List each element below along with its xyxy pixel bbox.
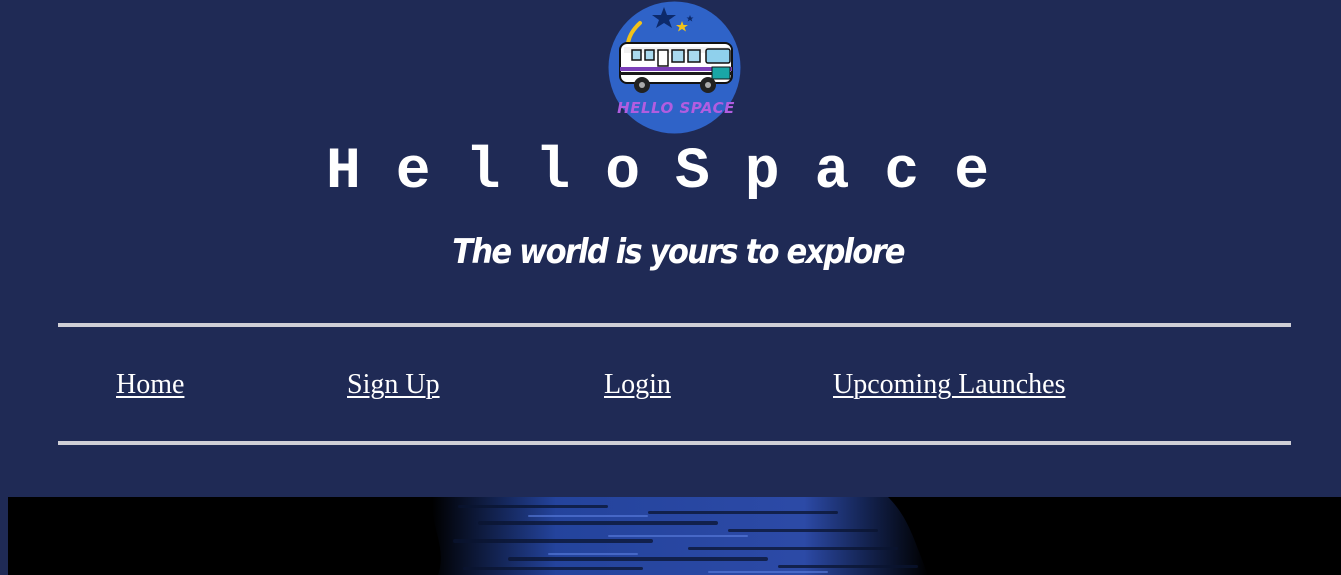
nav-link-sign-up[interactable]: Sign Up <box>347 366 440 404</box>
hero-water-reflection <box>432 497 928 575</box>
tagline: The world is yours to explore <box>452 232 905 272</box>
page: HELLO SPACE HelloSpace The world is your… <box>0 0 1341 575</box>
logo-icon: HELLO SPACE <box>608 1 741 134</box>
nav-top-divider <box>58 323 1291 327</box>
site-title: HelloSpace <box>325 140 1025 205</box>
hero-image <box>8 497 1341 575</box>
nav-link-login[interactable]: Login <box>604 366 671 404</box>
nav-link-upcoming-launches[interactable]: Upcoming Launches <box>833 366 1066 404</box>
logo-text: HELLO SPACE <box>617 99 735 117</box>
nav-link-home[interactable]: Home <box>116 366 184 404</box>
nav-bottom-divider <box>58 441 1291 445</box>
